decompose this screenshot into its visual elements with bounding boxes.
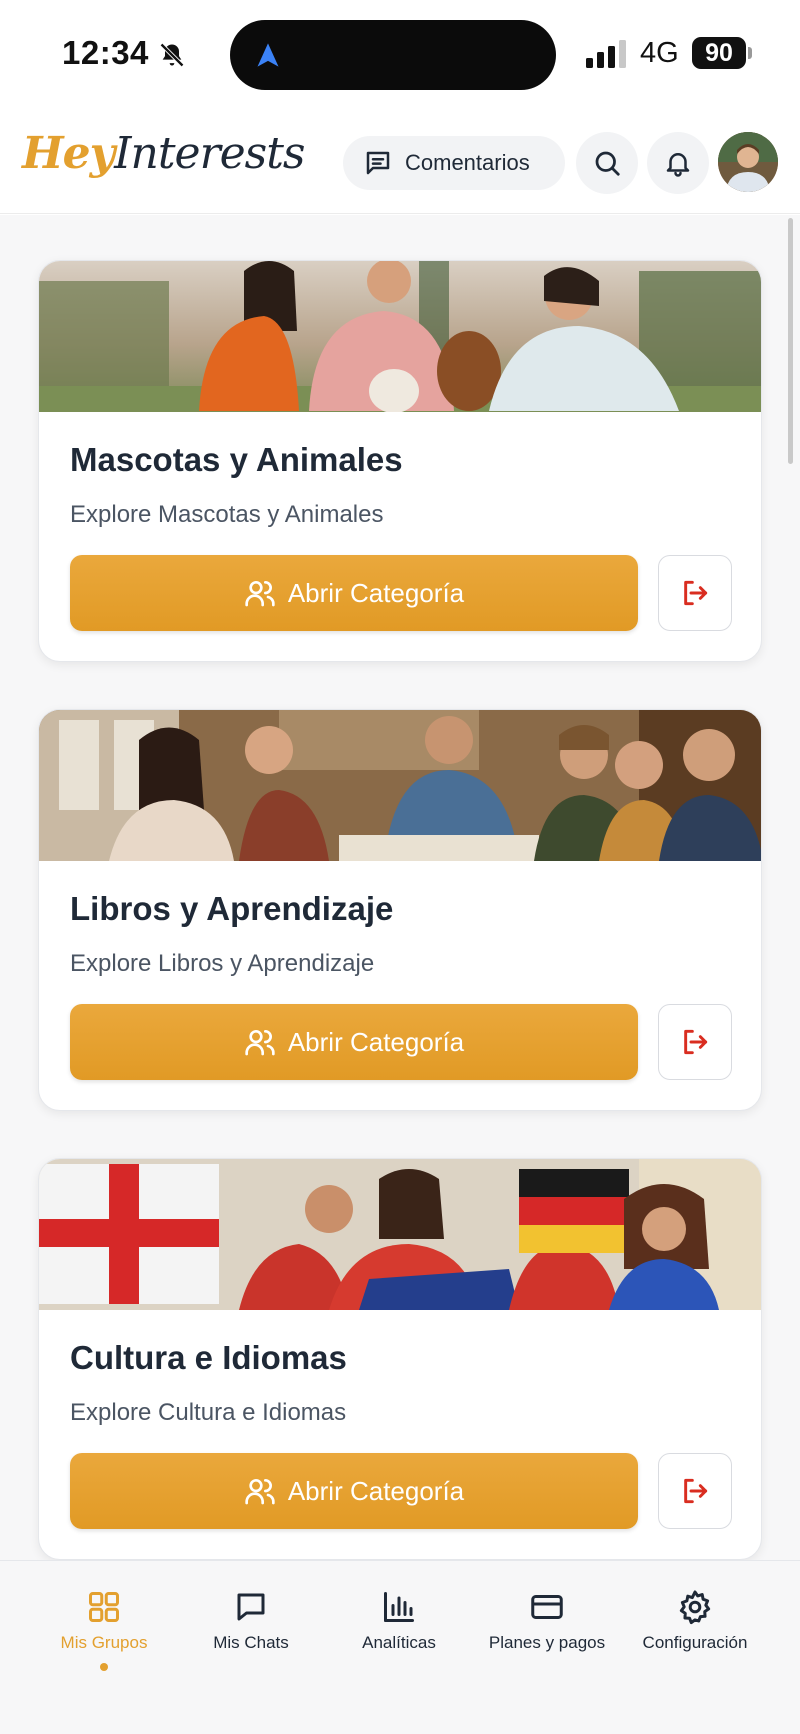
- category-title: Mascotas y Animales: [70, 441, 403, 478]
- comments-button[interactable]: Comentarios: [343, 136, 565, 190]
- log-out-icon: [684, 1029, 708, 1055]
- nav-item-planes-y-pagos[interactable]: Planes y pagos: [473, 1589, 621, 1653]
- battery-tip: [748, 47, 752, 59]
- category-card: Cultura e Idiomas Explore Cultura e Idio…: [38, 1158, 762, 1560]
- leave-category-button[interactable]: [658, 1004, 732, 1080]
- grid-icon: [89, 1592, 119, 1622]
- message-square-icon: [366, 151, 390, 175]
- bell-icon: [666, 153, 690, 177]
- open-category-label: Abrir Categoría: [287, 1026, 465, 1057]
- users-icon: [245, 1479, 275, 1505]
- bar-chart-icon: [384, 1592, 414, 1622]
- category-card: Mascotas y Animales Explore Mascotas y A…: [38, 260, 762, 662]
- active-indicator: [100, 1663, 108, 1671]
- comments-label: Comentarios: [405, 150, 530, 175]
- leave-category-button[interactable]: [658, 555, 732, 631]
- chat-icon: [237, 1593, 265, 1621]
- bottom-navigation: Mis Grupos Mis Chats Analíticas Planes y…: [0, 1560, 800, 1734]
- search-button[interactable]: [576, 132, 638, 194]
- nav-label: Mis Grupos: [60, 1633, 148, 1652]
- signal-icon: [586, 40, 626, 68]
- dynamic-island: [230, 20, 556, 90]
- status-time: 12:34: [62, 34, 149, 71]
- open-category-label: Abrir Categoría: [287, 577, 465, 608]
- open-category-button[interactable]: Abrir Categoría: [70, 555, 638, 631]
- open-category-button[interactable]: Abrir Categoría: [70, 1453, 638, 1529]
- app-header: HeyInterests Comentarios: [0, 110, 800, 214]
- logo[interactable]: HeyInterests: [22, 128, 306, 179]
- battery-level: 90: [692, 37, 746, 69]
- open-category-label: Abrir Categoría: [287, 1475, 465, 1506]
- category-title: Libros y Aprendizaje: [70, 890, 394, 927]
- category-list[interactable]: Mascotas y Animales Explore Mascotas y A…: [0, 215, 800, 1560]
- nav-label: Configuración: [642, 1633, 748, 1652]
- category-image-pets: [39, 261, 761, 412]
- category-description: Explore Cultura e Idiomas: [70, 1399, 347, 1426]
- category-image-culture: [39, 1159, 761, 1310]
- search-icon: [595, 151, 620, 176]
- user-avatar[interactable]: [718, 132, 778, 192]
- category-title: Cultura e Idiomas: [70, 1339, 347, 1376]
- bell-muted-icon: [160, 43, 184, 67]
- status-bar: 12:34 4G 90: [0, 0, 800, 110]
- category-image-books: [39, 710, 761, 861]
- gear-icon: [679, 1590, 711, 1625]
- nav-item-configuracion[interactable]: Configuración: [621, 1589, 769, 1653]
- log-out-icon: [684, 580, 708, 606]
- nav-label: Mis Chats: [213, 1633, 289, 1652]
- network-type: 4G: [640, 37, 679, 69]
- nav-item-mis-chats[interactable]: Mis Chats: [177, 1589, 325, 1653]
- nav-label: Planes y pagos: [488, 1633, 606, 1652]
- nav-item-analiticas[interactable]: Analíticas: [325, 1589, 473, 1653]
- scrollbar[interactable]: [788, 218, 793, 464]
- leave-category-button[interactable]: [658, 1453, 732, 1529]
- credit-card-icon: [531, 1595, 563, 1619]
- users-icon: [245, 1030, 275, 1056]
- category-description: Explore Mascotas y Animales: [70, 501, 384, 528]
- category-description: Explore Libros y Aprendizaje: [70, 950, 375, 977]
- navigation-arrow-icon: [257, 43, 279, 67]
- category-card: Libros y Aprendizaje Explore Libros y Ap…: [38, 709, 762, 1111]
- notifications-button[interactable]: [647, 132, 709, 194]
- nav-item-mis-grupos[interactable]: Mis Grupos: [30, 1589, 178, 1671]
- avatar-image: [718, 132, 778, 192]
- open-category-button[interactable]: Abrir Categoría: [70, 1004, 638, 1080]
- logo-hey: Hey: [22, 128, 115, 179]
- users-icon: [245, 581, 275, 607]
- logo-interests: Interests: [114, 128, 305, 179]
- log-out-icon: [684, 1478, 708, 1504]
- nav-label: Analíticas: [362, 1633, 436, 1652]
